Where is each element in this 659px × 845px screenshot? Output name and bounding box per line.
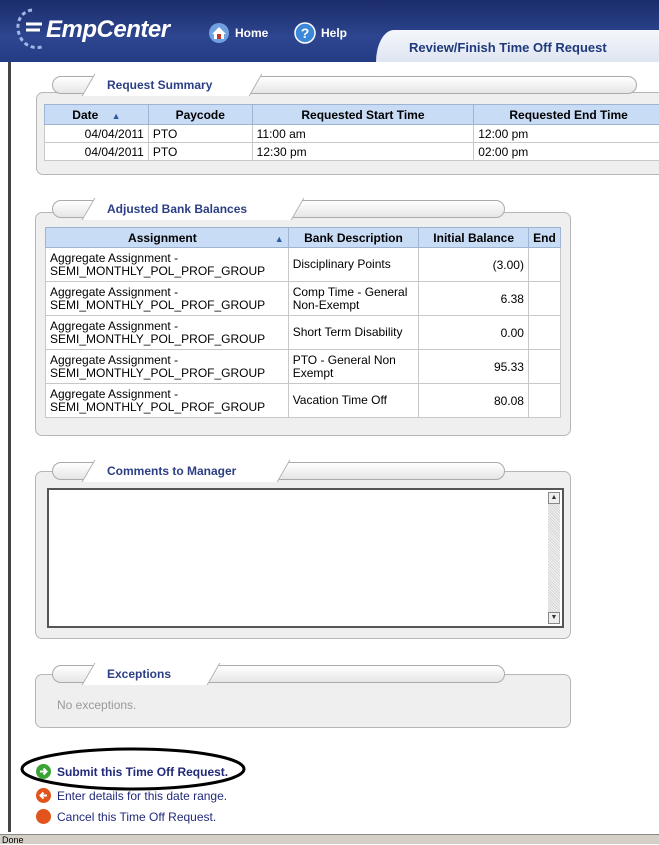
submit-request-link[interactable]: Submit this Time Off Request. [36, 764, 228, 779]
left-divider [8, 62, 11, 832]
page-title: Review/Finish Time Off Request [376, 30, 659, 62]
table-row: 04/04/2011 PTO 12:30 pm 02:00 pm [45, 143, 659, 161]
cell-assignment: Aggregate Assignment - SEMI_MONTHLY_POL_… [46, 248, 289, 282]
exceptions-title: Exceptions [107, 663, 171, 685]
request-summary-title: Request Summary [107, 74, 212, 96]
bank-balances-title: Adjusted Bank Balances [107, 198, 247, 220]
col-end-header[interactable]: End [528, 228, 560, 248]
nav-home-label: Home [235, 26, 268, 40]
cell-paycode: PTO [148, 125, 252, 143]
cancel-icon [36, 809, 51, 824]
cell-initial-balance: 80.08 [419, 384, 529, 418]
cancel-request-label: Cancel this Time Off Request. [57, 810, 216, 824]
cell-bank-description: Comp Time - General Non-Exempt [288, 282, 419, 316]
col-paycode-header[interactable]: Paycode [148, 105, 252, 125]
nav-home-link[interactable]: Home [208, 22, 268, 44]
col-bank-description-header[interactable]: Bank Description [288, 228, 419, 248]
cell-end: 02:00 pm [474, 143, 659, 161]
cell-assignment: Aggregate Assignment - SEMI_MONTHLY_POL_… [46, 316, 289, 350]
cell-bank-description: Short Term Disability [288, 316, 419, 350]
submit-request-label: Submit this Time Off Request. [57, 765, 228, 779]
table-row: Aggregate Assignment - SEMI_MONTHLY_POL_… [46, 248, 561, 282]
comments-title: Comments to Manager [107, 460, 236, 482]
cell-end [528, 248, 560, 282]
exceptions-text: No exceptions. [57, 698, 136, 712]
cell-assignment: Aggregate Assignment - SEMI_MONTHLY_POL_… [46, 350, 289, 384]
cell-end [528, 282, 560, 316]
submit-arrow-icon [36, 764, 51, 779]
col-initial-balance-header[interactable]: Initial Balance [419, 228, 529, 248]
cell-end: 12:00 pm [474, 125, 659, 143]
cell-initial-balance: 95.33 [419, 350, 529, 384]
status-bar: Done [0, 834, 659, 844]
sort-asc-icon: ▲ [275, 234, 284, 244]
cell-end [528, 384, 560, 418]
col-assignment-header[interactable]: Assignment ▲ [46, 228, 289, 248]
cell-date: 04/04/2011 [45, 125, 149, 143]
sort-asc-icon: ▲ [112, 111, 121, 121]
cell-initial-balance: 6.38 [419, 282, 529, 316]
cell-end [528, 350, 560, 384]
app-header: EmpCenter Home ? Help Review/Finish Time… [0, 0, 659, 62]
app-logo[interactable]: EmpCenter [46, 16, 170, 44]
scroll-up-icon[interactable]: ▲ [548, 492, 560, 504]
enter-details-label: Enter details for this date range. [57, 789, 227, 803]
table-row: 04/04/2011 PTO 11:00 am 12:00 pm [45, 125, 659, 143]
col-date-header[interactable]: Date ▲ [45, 105, 149, 125]
comments-textarea[interactable]: ▲ ▼ [47, 488, 564, 628]
table-row: Aggregate Assignment - SEMI_MONTHLY_POL_… [46, 316, 561, 350]
bank-balances-tab: Adjusted Bank Balances [82, 198, 305, 220]
nav-help-link[interactable]: ? Help [294, 22, 347, 44]
cell-bank-description: Disciplinary Points [288, 248, 419, 282]
request-summary-tab: Request Summary [82, 74, 263, 96]
help-icon: ? [294, 22, 316, 44]
svg-text:?: ? [301, 25, 310, 41]
comments-scrollbar[interactable]: ▲ ▼ [548, 492, 560, 624]
request-summary-table: Date ▲ Paycode Requested Start Time Requ… [44, 104, 659, 161]
cell-initial-balance: 0.00 [419, 316, 529, 350]
enter-details-link[interactable]: Enter details for this date range. [36, 788, 227, 803]
cell-initial-balance: (3.00) [419, 248, 529, 282]
cell-date: 04/04/2011 [45, 143, 149, 161]
cancel-request-link[interactable]: Cancel this Time Off Request. [36, 809, 216, 824]
col-start-header[interactable]: Requested Start Time [252, 105, 474, 125]
cell-assignment: Aggregate Assignment - SEMI_MONTHLY_POL_… [46, 282, 289, 316]
home-icon [208, 22, 230, 44]
table-row: Aggregate Assignment - SEMI_MONTHLY_POL_… [46, 350, 561, 384]
back-arrow-icon [36, 788, 51, 803]
cell-start: 11:00 am [252, 125, 474, 143]
scroll-down-icon[interactable]: ▼ [548, 612, 560, 624]
table-row: Aggregate Assignment - SEMI_MONTHLY_POL_… [46, 282, 561, 316]
cell-start: 12:30 pm [252, 143, 474, 161]
table-row: Aggregate Assignment - SEMI_MONTHLY_POL_… [46, 384, 561, 418]
col-end-header[interactable]: Requested End Time [474, 105, 659, 125]
nav-help-label: Help [321, 26, 347, 40]
comments-tab: Comments to Manager [82, 460, 291, 482]
bank-balances-table: Assignment ▲ Bank Description Initial Ba… [45, 227, 561, 418]
cell-bank-description: PTO - General Non Exempt [288, 350, 419, 384]
cell-bank-description: Vacation Time Off [288, 384, 419, 418]
cell-assignment: Aggregate Assignment - SEMI_MONTHLY_POL_… [46, 384, 289, 418]
cell-paycode: PTO [148, 143, 252, 161]
cell-end [528, 316, 560, 350]
exceptions-tab: Exceptions [82, 663, 221, 685]
